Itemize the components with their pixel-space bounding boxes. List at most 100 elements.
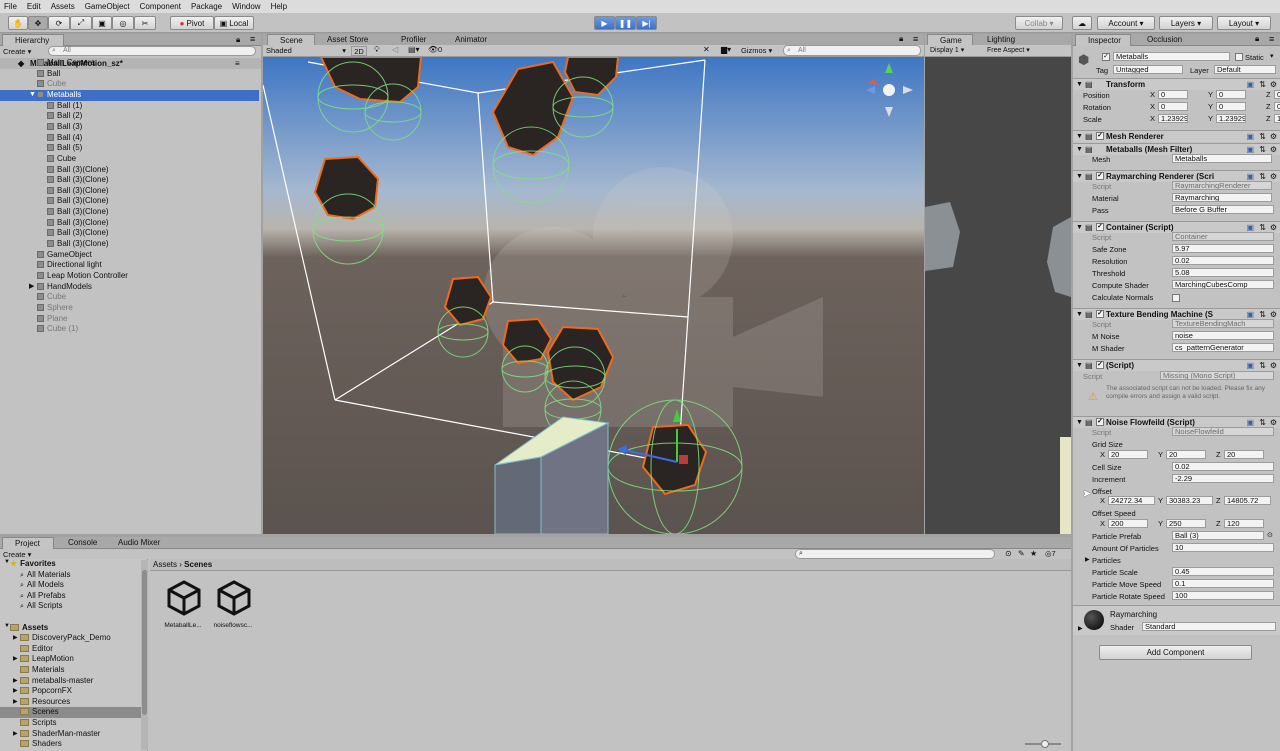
hierarchy-item[interactable]: Ball (1)	[0, 101, 259, 112]
hierarchy-item[interactable]: Ball (3)(Clone)	[0, 175, 259, 186]
foldout-arrow-icon[interactable]: ▼	[1076, 309, 1083, 320]
breadcrumb-assets[interactable]: Assets	[153, 560, 177, 569]
project-search-input[interactable]: ⌕	[795, 549, 995, 559]
help-icon[interactable]: ▣	[1246, 360, 1254, 371]
grid-size-y[interactable]: 20	[1166, 450, 1206, 459]
preset-icon[interactable]: ⇅	[1259, 79, 1266, 90]
calculate-normals-checkbox[interactable]	[1172, 294, 1180, 302]
hierarchy-item[interactable]: Ball (3)(Clone)	[0, 196, 259, 207]
asset-folder[interactable]: LeapMotion	[0, 654, 148, 665]
hierarchy-item[interactable]: Ball (3)(Clone)	[0, 186, 259, 197]
particle-prefab-field[interactable]: Ball (3)	[1172, 531, 1264, 540]
scene-viewport[interactable]	[263, 57, 924, 534]
menu-item-help[interactable]: Help	[271, 2, 287, 11]
menu-item-file[interactable]: File	[4, 2, 17, 11]
asset-folder[interactable]: Scripts	[0, 718, 148, 729]
hierarchy-item[interactable]: GameObject	[0, 250, 259, 261]
tab-console[interactable]: Console	[56, 537, 102, 549]
position-z[interactable]: 0.445	[1274, 90, 1280, 99]
breadcrumb-scenes[interactable]: Scenes	[184, 560, 212, 569]
increment-field[interactable]: -2.29	[1172, 474, 1274, 483]
help-icon[interactable]: ▣	[1246, 131, 1254, 142]
scene-asset[interactable]: noiseflowsc...	[210, 580, 256, 635]
cell-size-field[interactable]: 0.02	[1172, 462, 1274, 471]
offset-speed-x[interactable]: 200	[1108, 519, 1148, 528]
menu-item-component[interactable]: Component	[140, 2, 181, 11]
hierarchy-item[interactable]: Cube	[0, 292, 259, 303]
step-button[interactable]: ▶|	[636, 16, 657, 30]
audio-icon[interactable]: ◁	[392, 45, 398, 54]
tab-audio-mixer[interactable]: Audio Mixer	[106, 537, 172, 549]
noise-field[interactable]: noise	[1172, 331, 1274, 340]
tree-scrollbar[interactable]	[141, 560, 148, 750]
favorite-item[interactable]: ⌕ All Materials	[0, 570, 148, 581]
menu-item-window[interactable]: Window	[232, 2, 260, 11]
hierarchy-item[interactable]: Ball (3)(Clone)	[0, 228, 259, 239]
particle-scale-field[interactable]: 0.45	[1172, 567, 1274, 576]
object-name-input[interactable]: Metaballs	[1113, 52, 1230, 61]
filter-type-icon[interactable]: ⊙	[1005, 549, 1012, 558]
hierarchy-item[interactable]: Cube	[0, 154, 259, 165]
play-button[interactable]: ▶	[594, 16, 615, 30]
mesh-field[interactable]: Metaballs	[1172, 154, 1272, 163]
position-x[interactable]: 0	[1158, 90, 1188, 99]
favorite-item[interactable]: ⌕ All Scripts	[0, 601, 148, 612]
hierarchy-item[interactable]: Plane	[0, 314, 259, 325]
hierarchy-item[interactable]: Ball (2)	[0, 111, 259, 122]
panel-menu-icon[interactable]: ≡	[1269, 34, 1274, 44]
hierarchy-item[interactable]: Cube	[0, 79, 259, 90]
display-dropdown[interactable]: Display 1 ▾	[930, 46, 964, 54]
component-enabled-checkbox[interactable]: ✓	[1096, 172, 1104, 180]
gizmos-dropdown[interactable]: Gizmos ▾	[741, 46, 772, 55]
camera-icon[interactable]: ▆▾	[721, 45, 731, 54]
asset-folder[interactable]: DiscoveryPack_Demo	[0, 633, 148, 644]
preset-icon[interactable]: ⇅	[1259, 360, 1266, 371]
hierarchy-item[interactable]: Directional light	[0, 260, 259, 271]
add-component-button[interactable]: Add Component	[1099, 645, 1252, 660]
rotation-x[interactable]: 0	[1158, 102, 1188, 111]
hierarchy-item[interactable]: Cube (1)	[0, 324, 259, 335]
shading-mode-dropdown[interactable]: Shaded ▾	[266, 46, 346, 56]
material-shader-dropdown[interactable]: Standard	[1142, 622, 1276, 631]
tag-dropdown[interactable]: Untagged	[1113, 65, 1183, 74]
static-checkbox[interactable]	[1235, 53, 1243, 61]
foldout-arrow-icon[interactable]: ▼	[1076, 79, 1083, 90]
foldout-arrow-icon[interactable]: ▼	[1076, 222, 1083, 233]
tools-icon[interactable]: ✕	[703, 45, 710, 54]
gear-icon[interactable]: ⚙	[1270, 360, 1277, 371]
transform-tool-icon[interactable]: ◎	[112, 16, 134, 30]
position-y[interactable]: 0	[1216, 90, 1246, 99]
tab-project[interactable]: Project	[2, 537, 54, 549]
static-dropdown-arrow-icon[interactable]: ▾	[1270, 52, 1274, 60]
gear-icon[interactable]: ⚙	[1270, 79, 1277, 90]
component-enabled-checkbox[interactable]: ✓	[1096, 361, 1104, 369]
hierarchy-item[interactable]: Ball (3)(Clone)	[0, 239, 259, 250]
scale-tool-icon[interactable]: ⤢	[70, 16, 92, 30]
menu-item-assets[interactable]: Assets	[51, 2, 75, 11]
pivot-button[interactable]: ● Pivot	[170, 16, 214, 30]
rotation-y[interactable]: 0	[1216, 102, 1246, 111]
component-enabled-checkbox[interactable]: ✓	[1096, 223, 1104, 231]
object-picker-icon[interactable]: ⊙	[1267, 531, 1273, 539]
foldout-arrow-icon[interactable]: ▼	[1076, 144, 1083, 155]
hierarchy-item[interactable]: Ball (4)	[0, 133, 259, 144]
component-enabled-checkbox[interactable]: ✓	[1096, 310, 1104, 318]
icon-size-slider[interactable]	[1025, 740, 1061, 748]
aspect-dropdown[interactable]: Free Aspect ▾	[987, 46, 1030, 54]
scale-z[interactable]: 1.23929	[1274, 114, 1280, 123]
asset-folder[interactable]: ShaderMan-master	[0, 729, 148, 740]
panel-menu-icon[interactable]: ≡	[913, 34, 918, 44]
lock-icon[interactable]: 🔒︎	[1255, 34, 1259, 44]
mesh-renderer-header[interactable]: ▼ ▤ ✓ Mesh Renderer ▣ ⇅ ⚙	[1073, 130, 1280, 142]
layer-dropdown[interactable]: Default	[1214, 65, 1276, 74]
hierarchy-create-button[interactable]: Create ▾	[3, 47, 39, 57]
lock-icon[interactable]: 🔒︎	[236, 35, 240, 45]
game-viewport[interactable]	[925, 57, 1071, 534]
asset-folder[interactable]: PopcornFX	[0, 686, 148, 697]
hierarchy-item[interactable]: Ball (3)(Clone)	[0, 165, 259, 176]
favorite-star-icon[interactable]: ★	[1030, 549, 1037, 558]
container-field-value[interactable]: 5.97	[1172, 244, 1274, 253]
particles-foldout-icon[interactable]: ▶	[1085, 556, 1090, 563]
hierarchy-item[interactable]: Main Camera	[0, 58, 259, 69]
move-tool-icon[interactable]: ✥	[28, 16, 48, 30]
